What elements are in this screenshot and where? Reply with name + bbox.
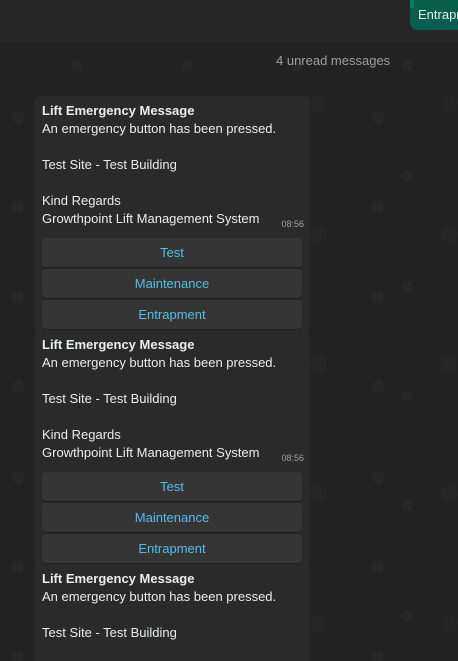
chat-top-strip: [0, 0, 458, 42]
entrapment-button[interactable]: Entrapment: [42, 534, 302, 563]
message-line: Test Site - Test Building: [42, 157, 177, 172]
message-time: 08:56: [281, 453, 304, 463]
message-container: Lift Emergency Message An emergency butt…: [34, 96, 310, 333]
outgoing-message-bubble[interactable]: Entrapr: [410, 0, 458, 30]
message-title: Lift Emergency Message: [42, 337, 195, 352]
message-bubble: Lift Emergency Message An emergency butt…: [34, 564, 310, 646]
message-line: Test Site - Test Building: [42, 391, 177, 406]
message-line: Kind Regards: [42, 193, 121, 208]
message-line: An emergency button has been pressed.: [42, 355, 277, 370]
message-bubble: Lift Emergency Message An emergency butt…: [34, 330, 310, 466]
message-card: Lift Emergency Message An emergency butt…: [34, 330, 310, 567]
test-button[interactable]: Test: [42, 238, 302, 267]
unread-messages-label: 4 unread messages: [276, 53, 391, 68]
message-card: Lift Emergency Message An emergency butt…: [34, 564, 310, 661]
bubble-fold: [410, 0, 414, 8]
message-container: Lift Emergency Message An emergency butt…: [34, 330, 310, 567]
message-time: 08:56: [281, 219, 304, 229]
test-button[interactable]: Test: [42, 472, 302, 501]
outgoing-message-text: Entrapr: [418, 7, 458, 22]
message-card: Lift Emergency Message An emergency butt…: [34, 96, 310, 333]
message-bubble: Lift Emergency Message An emergency butt…: [34, 96, 310, 232]
message-title: Lift Emergency Message: [42, 571, 195, 586]
message-container: Lift Emergency Message An emergency butt…: [34, 564, 310, 661]
maintenance-button[interactable]: Maintenance: [42, 269, 302, 298]
chat-panel: Entrapr 4 unread messages Lift Emergency…: [0, 0, 458, 661]
message-line: Test Site - Test Building: [42, 625, 177, 640]
message-line: An emergency button has been pressed.: [42, 121, 277, 136]
message-line: An emergency button has been pressed.: [42, 589, 277, 604]
maintenance-button[interactable]: Maintenance: [42, 503, 302, 532]
message-line: Growthpoint Lift Management System: [42, 211, 260, 226]
message-line: Kind Regards: [42, 427, 121, 442]
message-title: Lift Emergency Message: [42, 103, 195, 118]
entrapment-button[interactable]: Entrapment: [42, 300, 302, 329]
message-line: Growthpoint Lift Management System: [42, 445, 260, 460]
